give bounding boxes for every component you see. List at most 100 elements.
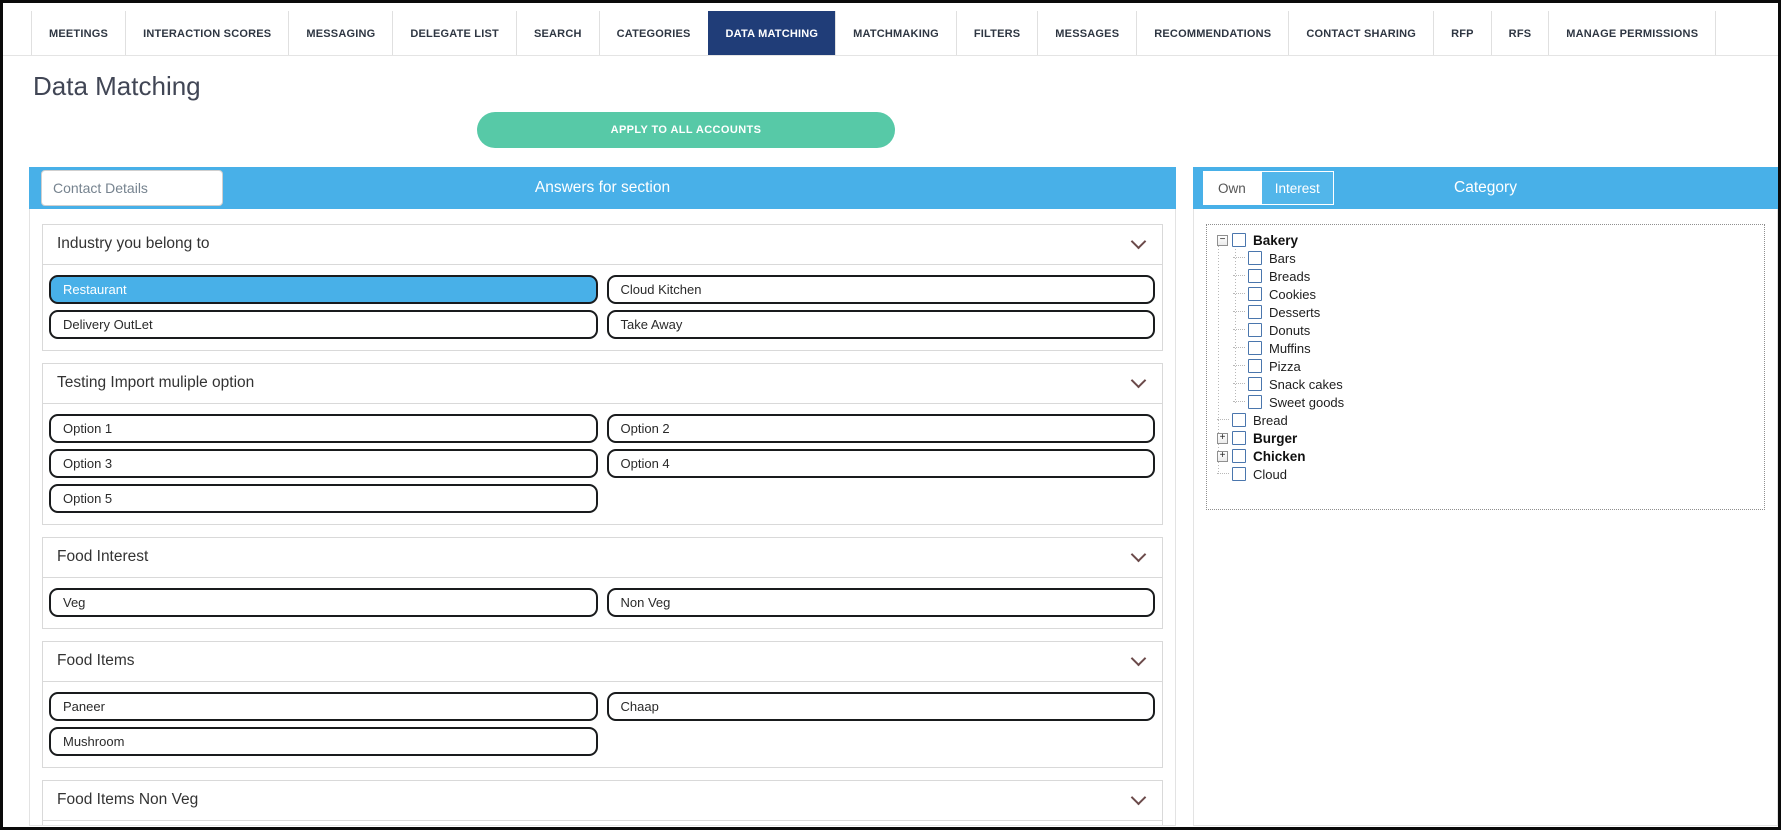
answer-option[interactable]: Option 3 — [49, 449, 598, 478]
chevron-down-icon — [1131, 234, 1147, 250]
nav-tab-interaction-scores[interactable]: INTERACTION SCORES — [125, 11, 288, 55]
nav-tabs: MEETINGSINTERACTION SCORESMESSAGINGDELEG… — [31, 11, 1778, 55]
section-options: ChickenMutton — [43, 821, 1162, 826]
tree-connector — [1233, 329, 1245, 331]
nav-tab-matchmaking[interactable]: MATCHMAKING — [835, 11, 956, 55]
tree-item-label[interactable]: Desserts — [1269, 305, 1320, 320]
answer-option[interactable]: Delivery OutLet — [49, 310, 598, 339]
tree-item-label[interactable]: Cloud — [1253, 467, 1287, 482]
tree-item-label[interactable]: Snack cakes — [1269, 377, 1343, 392]
tree-row: Bread — [1211, 411, 1760, 429]
section-title: Food Items Non Veg — [57, 791, 198, 809]
section-title: Food Items — [57, 652, 135, 670]
answer-option[interactable]: Option 1 — [49, 414, 598, 443]
nav-tab-filters[interactable]: FILTERS — [956, 11, 1037, 55]
answer-option[interactable]: Chaap — [607, 692, 1156, 721]
tree-row: Bars — [1211, 249, 1760, 267]
answer-option[interactable]: Mushroom — [49, 727, 598, 756]
section-header[interactable]: Food Items — [43, 642, 1162, 682]
category-tree: − Bakery Bars Breads Cookies Desserts Donuts Mu… — [1206, 224, 1765, 510]
tree-item-label[interactable]: Burger — [1253, 431, 1297, 446]
tree-item-label[interactable]: Bread — [1253, 413, 1288, 428]
nav-tab-data-matching[interactable]: DATA MATCHING — [708, 11, 836, 55]
answer-option[interactable]: Veg — [49, 588, 598, 617]
answer-option[interactable]: Option 2 — [607, 414, 1156, 443]
answer-section: Food Items Paneer Chaap Mushroom — [42, 641, 1163, 768]
answer-option[interactable]: Non Veg — [607, 588, 1156, 617]
answer-option[interactable]: Restaurant — [49, 275, 598, 304]
section-selector[interactable]: Contact Details — [41, 170, 223, 206]
section-options: Paneer Chaap Mushroom — [43, 682, 1162, 767]
nav-tab-messaging[interactable]: MESSAGING — [288, 11, 392, 55]
tree-row: Desserts — [1211, 303, 1760, 321]
tree-row: Muffins — [1211, 339, 1760, 357]
tree-connector — [1233, 257, 1245, 259]
tree-row: Snack cakes — [1211, 375, 1760, 393]
checkbox[interactable] — [1248, 395, 1262, 409]
answer-option[interactable]: Cloud Kitchen — [607, 275, 1156, 304]
checkbox[interactable] — [1248, 323, 1262, 337]
answers-panel-header: Contact Details Answers for section — [29, 167, 1176, 209]
checkbox[interactable] — [1248, 359, 1262, 373]
nav-tab-contact-sharing[interactable]: CONTACT SHARING — [1288, 11, 1433, 55]
section-header[interactable]: Industry you belong to — [43, 225, 1162, 265]
tree-item-label[interactable]: Muffins — [1269, 341, 1311, 356]
section-header[interactable]: Food Items Non Veg — [43, 781, 1162, 821]
tree-connector — [1233, 401, 1245, 403]
nav-tab-delegate-list[interactable]: DELEGATE LIST — [392, 11, 516, 55]
nav-tab-messages[interactable]: MESSAGES — [1037, 11, 1136, 55]
nav-tab-categories[interactable]: CATEGORIES — [599, 11, 708, 55]
answer-option[interactable]: Paneer — [49, 692, 598, 721]
answer-option[interactable]: Option 4 — [607, 449, 1156, 478]
answer-section: Food Items Non Veg ChickenMutton — [42, 780, 1163, 826]
chevron-down-icon — [1131, 790, 1147, 806]
tree-row: Pizza — [1211, 357, 1760, 375]
checkbox[interactable] — [1248, 251, 1262, 265]
tree-item-label[interactable]: Sweet goods — [1269, 395, 1344, 410]
checkbox[interactable] — [1248, 377, 1262, 391]
checkbox[interactable] — [1232, 413, 1246, 427]
section-header[interactable]: Food Interest — [43, 538, 1162, 578]
nav-tab-rfp[interactable]: RFP — [1433, 11, 1491, 55]
section-options: Veg Non Veg — [43, 578, 1162, 628]
checkbox[interactable] — [1232, 431, 1246, 445]
nav-tab-recommendations[interactable]: RECOMMENDATIONS — [1136, 11, 1288, 55]
checkbox[interactable] — [1232, 449, 1246, 463]
tree-item-label[interactable]: Breads — [1269, 269, 1310, 284]
tree-item-label[interactable]: Pizza — [1269, 359, 1301, 374]
nav-tab-search[interactable]: SEARCH — [516, 11, 599, 55]
tree-row: Cookies — [1211, 285, 1760, 303]
checkbox[interactable] — [1232, 233, 1246, 247]
tab-own[interactable]: Own — [1203, 171, 1261, 205]
nav-tab-rfs[interactable]: RFS — [1491, 11, 1549, 55]
answer-section: Testing Import muliple option Option 1 Opt… — [42, 363, 1163, 525]
expand-icon[interactable]: + — [1217, 451, 1228, 462]
nav-tab-meetings[interactable]: MEETINGS — [31, 11, 125, 55]
apply-to-all-accounts-button[interactable]: APPLY TO ALL ACCOUNTS — [477, 112, 895, 148]
answer-section: Food Interest Veg Non Veg — [42, 537, 1163, 629]
answer-option[interactable]: Take Away — [607, 310, 1156, 339]
tree-item-label[interactable]: Donuts — [1269, 323, 1310, 338]
collapse-icon[interactable]: − — [1217, 235, 1228, 246]
tree-item-label[interactable]: Cookies — [1269, 287, 1316, 302]
chevron-down-icon — [1131, 373, 1147, 389]
section-title: Testing Import muliple option — [57, 374, 254, 392]
tab-interest[interactable]: Interest — [1261, 171, 1334, 205]
answer-section: Industry you belong to Restaurant Cloud Ki… — [42, 224, 1163, 351]
main-content: Contact Details Answers for section Indu… — [29, 167, 1778, 826]
tree-item-label[interactable]: Chicken — [1253, 449, 1306, 464]
checkbox[interactable] — [1248, 287, 1262, 301]
tree-item-label[interactable]: Bars — [1269, 251, 1296, 266]
nav-tab-manage-permissions[interactable]: MANAGE PERMISSIONS — [1548, 11, 1716, 55]
tree-item-label[interactable]: Bakery — [1253, 233, 1298, 248]
category-panel: Own Interest Category −BakeryBarsBreadsC… — [1193, 167, 1778, 826]
checkbox[interactable] — [1248, 341, 1262, 355]
section-title: Industry you belong to — [57, 235, 210, 253]
checkbox[interactable] — [1248, 269, 1262, 283]
tree-connector — [1217, 473, 1229, 475]
section-header[interactable]: Testing Import muliple option — [43, 364, 1162, 404]
answer-option[interactable]: Option 5 — [49, 484, 598, 513]
expand-icon[interactable]: + — [1217, 433, 1228, 444]
checkbox[interactable] — [1248, 305, 1262, 319]
checkbox[interactable] — [1232, 467, 1246, 481]
